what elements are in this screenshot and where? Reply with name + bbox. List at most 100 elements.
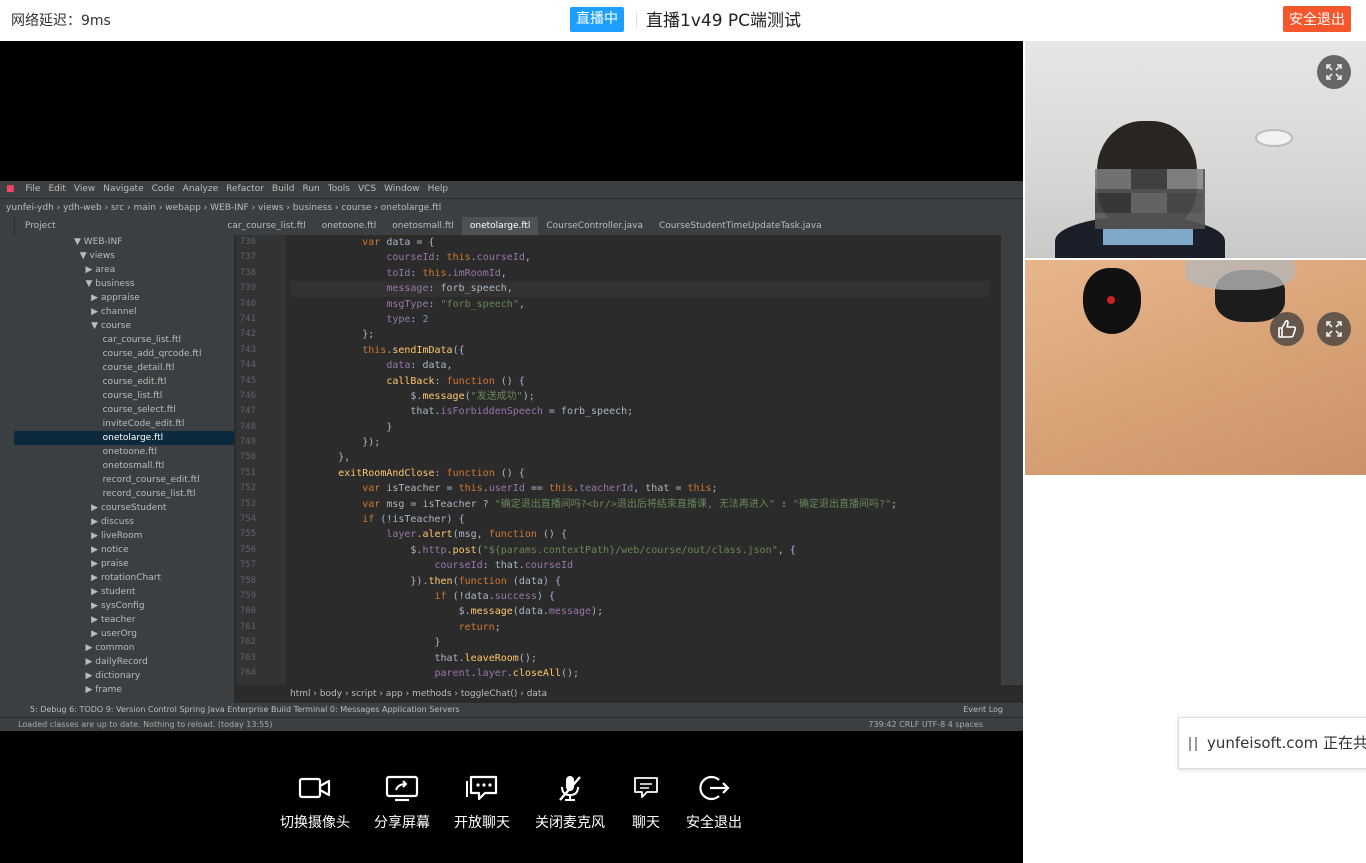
project-tree-item: ▶ liveRoom — [74, 531, 143, 541]
face-mask — [1103, 229, 1193, 245]
room-title: 直播1v49 PC端测试 — [646, 11, 802, 31]
line-number: 743 — [239, 344, 256, 355]
ide-tool-windows: 5: Debug 6: TODO 9: Version Control Spri… — [0, 703, 1023, 717]
ide-nav-path: yunfei-ydh › ydh-web › src › main › weba… — [0, 198, 1023, 217]
line-number: 745 — [239, 375, 256, 386]
shared-screen: ■ File Edit View Navigate Code Analyze Refacto… — [0, 181, 1023, 731]
ide-menu-item: Edit — [48, 184, 66, 194]
mute-mic-button[interactable]: 关闭麦克风 — [530, 774, 610, 832]
screen-share-notice: yunfeisoft.com 正在共享 — [1178, 717, 1366, 769]
project-tree-item: ▶ rotationChart — [74, 573, 161, 583]
line-number: 763 — [239, 652, 256, 663]
line-number: 748 — [239, 421, 256, 432]
switch-camera-button[interactable]: 切换摄像头 — [278, 774, 352, 832]
project-tree-item: ▼ course — [74, 321, 132, 331]
live-status-badge: 直播中 — [570, 7, 624, 32]
line-number: 744 — [239, 360, 256, 371]
top-bar: 网络延迟：9ms 直播中 直播1v49 PC端测试 安全退出 — [0, 0, 1366, 41]
line-number: 764 — [239, 667, 256, 678]
project-tree-item: record_course_list.ftl — [74, 489, 196, 499]
ide-menubar: ■ File Edit View Navigate Code Analyze Refacto… — [0, 181, 1023, 198]
hand — [1185, 260, 1295, 290]
line-number: 747 — [239, 406, 256, 417]
editor-tab: onetoone.ftl — [321, 221, 377, 231]
project-tree-item: onetosmall.ftl — [74, 461, 165, 471]
exit-icon — [699, 775, 730, 801]
ide-menu-item: Analyze — [182, 184, 219, 194]
camera-icon — [298, 777, 331, 799]
code-editor: var data = { courseId: this.courseId, to… — [290, 235, 990, 685]
project-tree-item: ▶ area — [74, 265, 116, 275]
project-tree-item: ▼ WEB-INF — [74, 237, 123, 247]
ide-menu-item: File — [25, 184, 41, 194]
line-number: 760 — [239, 606, 256, 617]
project-tree-item: ▼ views — [74, 251, 115, 261]
fullscreen-teacher-button[interactable] — [1317, 55, 1351, 89]
ceiling-light — [1255, 129, 1293, 147]
chat-button[interactable]: 聊天 — [626, 774, 666, 832]
project-tree-item: course_select.ftl — [74, 405, 176, 415]
editor-breadcrumbs: html › body › script › app › methods › t… — [236, 685, 1023, 703]
blurred-face — [1095, 169, 1205, 229]
line-number: 762 — [239, 637, 256, 648]
line-number: 758 — [239, 575, 256, 586]
project-tree-item: course_list.ftl — [74, 391, 163, 401]
project-tree-item: onetolarge.ftl — [14, 431, 234, 445]
project-panel-label: Project — [24, 221, 56, 231]
safe-exit-button[interactable]: 安全退出 — [1283, 6, 1351, 32]
student-camera-video — [1025, 260, 1366, 475]
project-tree-item: course_add_qrcode.ftl — [74, 349, 202, 359]
project-tree-item: ▶ dictionary — [74, 671, 141, 681]
line-number: 749 — [239, 437, 256, 448]
line-number: 741 — [239, 313, 256, 324]
share-screen-icon — [385, 775, 419, 802]
ide-menu-item: Navigate — [103, 184, 144, 194]
editor-tab: onetosmall.ftl — [392, 221, 454, 231]
line-number: 737 — [239, 252, 256, 263]
ide-menu-item: VCS — [357, 184, 377, 194]
editor-tab: onetolarge.ftl — [461, 217, 539, 235]
ide-menu-item: Run — [302, 184, 320, 194]
teacher-camera-video — [1025, 41, 1366, 258]
project-tree-item: onetoone.ftl — [74, 447, 158, 457]
network-latency: 网络延迟：9ms — [11, 13, 111, 29]
project-tree-item: ▶ frame — [74, 685, 122, 695]
line-number: 759 — [239, 590, 256, 601]
project-tree-item: ▼ business — [74, 279, 135, 289]
editor-tab: CourseController.java — [546, 221, 643, 231]
line-number: 755 — [239, 529, 256, 540]
control-bar: 切换摄像头 分享屏幕 开放聊天 关闭麦克风 聊天 安全退出 — [270, 774, 760, 854]
ide-menu-item: Tools — [327, 184, 350, 194]
project-tree-item: ▶ teacher — [74, 615, 136, 625]
editor-tab: CourseStudentTimeUpdateTask.java — [658, 221, 822, 231]
project-tree-item: ▶ userOrg — [74, 629, 137, 639]
ide-menu-item: Help — [427, 184, 449, 194]
project-tree-item: inviteCode_edit.ftl — [74, 419, 185, 429]
project-tree-item: ▶ dailyRecord — [74, 657, 148, 667]
project-tree-item: ▶ appraise — [74, 293, 140, 303]
fullscreen-student-button[interactable] — [1317, 312, 1351, 346]
project-tree-item: course_edit.ftl — [74, 377, 167, 387]
ide-status-bar: Loaded classes are up to date. Nothing t… — [0, 717, 1023, 731]
ide-logo-icon: ■ — [6, 184, 15, 194]
line-number: 754 — [239, 514, 256, 525]
line-number: 756 — [239, 544, 256, 555]
ide-right-toolstrip — [1001, 235, 1023, 695]
project-tree-item: ▶ common — [74, 643, 135, 653]
project-tree-item: ▶ courseStudent — [74, 503, 167, 513]
line-gutter: 736 737 738 739 740 741 742 743 744 745 746 747 748 7… — [236, 235, 286, 685]
exit-button[interactable]: 安全退出 — [682, 774, 746, 832]
main-stage: ■ File Edit View Navigate Code Analyze Refacto… — [0, 41, 1023, 863]
ide-left-toolstrip — [0, 217, 15, 707]
ide-menu-item: Window — [384, 184, 420, 194]
project-tree-item: ▶ sysConfig — [74, 601, 145, 611]
share-screen-button[interactable]: 分享屏幕 — [369, 774, 435, 832]
open-chat-icon — [466, 775, 498, 801]
title-divider — [636, 12, 637, 28]
pause-handle-icon — [1189, 736, 1197, 751]
open-chat-button[interactable]: 开放聊天 — [450, 774, 514, 832]
project-tree-item: ▶ praise — [74, 559, 129, 569]
line-number: 738 — [239, 267, 256, 278]
project-tree-item: ▶ channel — [74, 307, 137, 317]
like-button[interactable] — [1270, 312, 1304, 346]
